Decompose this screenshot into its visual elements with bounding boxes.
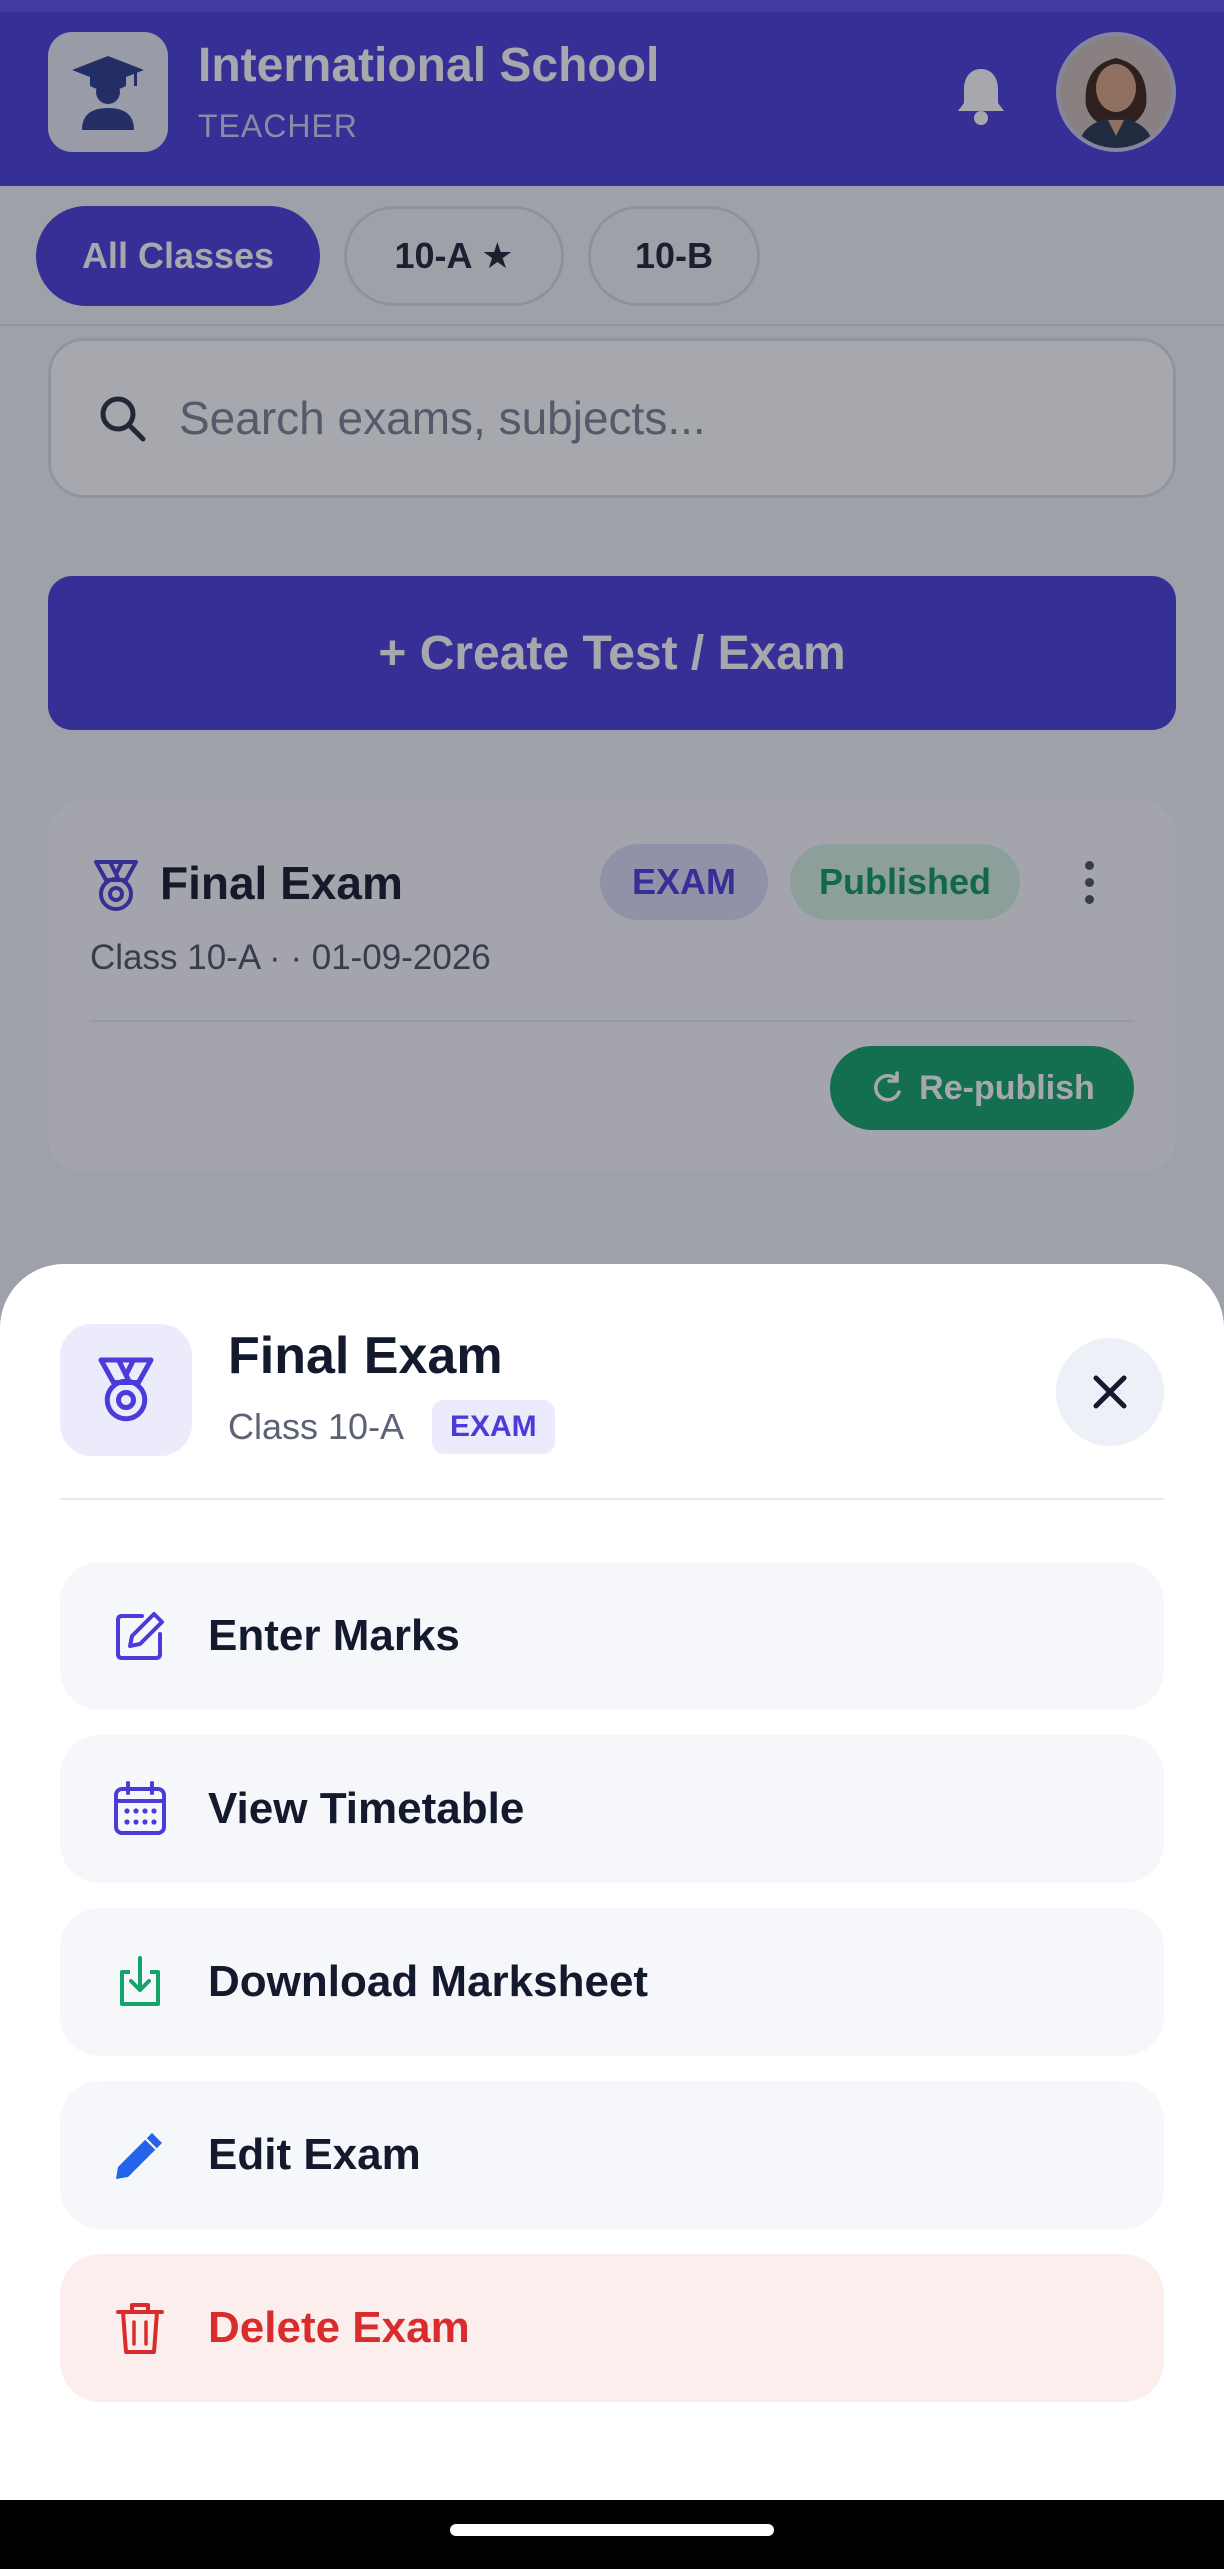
sheet-class-label: Class 10-A <box>228 1406 405 1447</box>
sheet-divider <box>60 1498 1164 1500</box>
delete-exam-button[interactable]: Delete Exam <box>60 2254 1164 2402</box>
delete-exam-label: Delete Exam <box>208 2303 470 2352</box>
sheet-exam-icon <box>60 1324 192 1456</box>
sheet-type-badge: EXAM <box>432 1400 555 1454</box>
edit-exam-label: Edit Exam <box>208 2130 421 2179</box>
edit-exam-button[interactable]: Edit Exam <box>60 2081 1164 2229</box>
download-marksheet-label: Download Marksheet <box>208 1957 649 2006</box>
view-timetable-label: View Timetable <box>208 1784 525 1833</box>
medal-icon <box>98 1357 154 1422</box>
view-timetable-button[interactable]: View Timetable <box>60 1735 1164 1883</box>
pencil-icon <box>102 2117 178 2193</box>
close-icon <box>1093 1375 1127 1409</box>
download-icon <box>102 1944 178 2020</box>
close-button[interactable] <box>1056 1338 1164 1446</box>
trash-icon <box>102 2290 178 2366</box>
sheet-title: Final Exam <box>228 1327 503 1385</box>
home-indicator[interactable] <box>450 2524 774 2536</box>
enter-marks-button[interactable]: Enter Marks <box>60 1562 1164 1710</box>
system-nav-bar <box>0 2500 1224 2569</box>
exam-actions-sheet: Final Exam Class 10-A EXAM Enter Marks V… <box>0 1264 1224 2500</box>
download-marksheet-button[interactable]: Download Marksheet <box>60 1908 1164 2056</box>
calendar-icon <box>102 1771 178 1847</box>
enter-marks-label: Enter Marks <box>208 1611 460 1660</box>
edit-square-icon <box>102 1598 178 1674</box>
